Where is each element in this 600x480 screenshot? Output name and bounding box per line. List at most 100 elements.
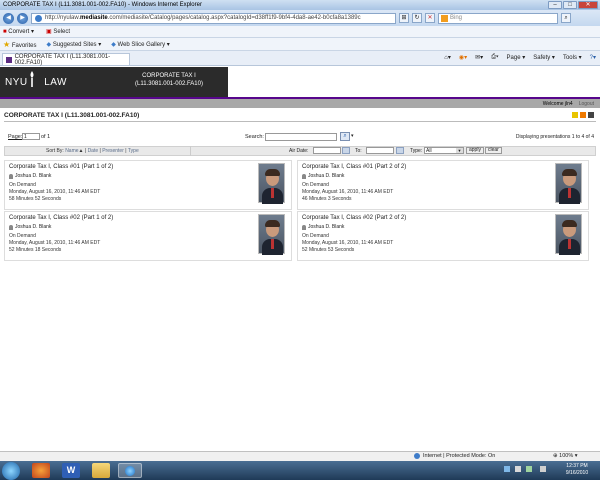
tools-menu[interactable]: Tools ▾ bbox=[563, 54, 582, 61]
page-input[interactable]: 1 bbox=[22, 133, 40, 140]
volume-icon[interactable] bbox=[540, 466, 546, 472]
sort-date-link[interactable]: Date bbox=[88, 148, 99, 154]
presenter-thumbnail[interactable] bbox=[555, 163, 582, 204]
mail-icon[interactable]: ✉▾ bbox=[475, 54, 483, 61]
presentation-title[interactable]: Corporate Tax I, Class #01 (Part 1 of 2) bbox=[9, 164, 113, 170]
zoom-icon: ⊕ bbox=[553, 453, 558, 459]
presentation-duration: 52 Minutes 18 Seconds bbox=[9, 247, 62, 253]
sort-divider bbox=[190, 146, 191, 156]
maximize-button[interactable]: □ bbox=[563, 1, 577, 9]
favorites-button[interactable]: ★ Favorites bbox=[3, 40, 37, 49]
sort-label: Sort By: bbox=[46, 148, 64, 154]
safety-menu-label: Safety bbox=[533, 55, 551, 61]
compatibility-icon[interactable]: ⊞ bbox=[399, 13, 409, 23]
presenter-thumbnail[interactable] bbox=[258, 214, 285, 255]
search-box[interactable]: Bing bbox=[438, 12, 558, 24]
magnifier-icon: ⌕ bbox=[343, 133, 347, 139]
url-domain: mediasite bbox=[80, 15, 108, 21]
web-slice-icon: ◆ bbox=[111, 41, 116, 48]
convert-label: Convert bbox=[8, 29, 30, 35]
to-label: To: bbox=[355, 148, 362, 154]
convert-button[interactable]: ■ Convert ▾ bbox=[3, 28, 34, 35]
network-icon[interactable] bbox=[504, 466, 510, 472]
stop-icon[interactable]: ✕ bbox=[425, 13, 435, 23]
print-icon[interactable]: ⎙▾ bbox=[491, 54, 498, 61]
feed-icons bbox=[572, 112, 594, 118]
presentation-date: Monday, August 16, 2010, 11:46 AM EDT bbox=[9, 189, 101, 195]
presentation-mode: On Demand bbox=[9, 233, 36, 239]
presentation-card[interactable]: Corporate Tax I, Class #01 (Part 1 of 2)… bbox=[4, 160, 292, 210]
tray-icon[interactable] bbox=[515, 466, 521, 472]
address-bar[interactable]: http://nyulaw. mediasite .com/mediasite/Ca… bbox=[31, 12, 396, 24]
presentation-card[interactable]: Corporate Tax I, Class #02 (Part 2 of 2)… bbox=[297, 211, 589, 261]
nyu-favicon-icon bbox=[6, 56, 12, 63]
ie-command-tools: ⌂▾ ◉▾ ✉▾ ⎙▾ Page ▾ Safety ▾ Tools ▾ ?▾ bbox=[444, 54, 596, 61]
forward-button[interactable]: ▶ bbox=[17, 12, 28, 24]
start-orb-icon[interactable] bbox=[2, 462, 20, 480]
user-bar: Welcome jln4 Logout bbox=[0, 99, 600, 108]
air-date-from-input[interactable] bbox=[313, 147, 341, 154]
presentation-card[interactable]: Corporate Tax I, Class #02 (Part 1 of 2)… bbox=[4, 211, 292, 261]
status-bar bbox=[0, 451, 600, 461]
safety-menu[interactable]: Safety ▾ bbox=[533, 54, 555, 61]
type-select[interactable]: All ▼ bbox=[424, 147, 464, 154]
podcast-icon[interactable] bbox=[588, 112, 594, 118]
logo-left-text: NYU bbox=[5, 77, 28, 88]
web-slice-gallery-link[interactable]: ◆ Web Slice Gallery ▾ bbox=[111, 41, 170, 48]
home-icon[interactable]: ⌂▾ bbox=[444, 54, 451, 61]
site-icon bbox=[35, 14, 42, 22]
sort-name-link[interactable]: Name bbox=[65, 148, 78, 154]
windows-taskbar bbox=[0, 461, 600, 480]
apply-button[interactable]: apply bbox=[466, 147, 484, 154]
internet-explorer-icon[interactable] bbox=[118, 463, 142, 478]
back-button[interactable]: ◀ bbox=[3, 12, 14, 24]
search-label: Search: bbox=[245, 134, 264, 140]
presentation-title[interactable]: Corporate Tax I, Class #01 (Part 2 of 2) bbox=[302, 164, 406, 170]
feeds-icon[interactable]: ◉▾ bbox=[459, 54, 467, 61]
person-icon bbox=[9, 224, 13, 230]
air-date-to-input[interactable] bbox=[366, 147, 394, 154]
suggested-sites-link[interactable]: ◆ Suggested Sites ▾ bbox=[47, 41, 102, 48]
tools-menu-label: Tools bbox=[562, 55, 577, 61]
globe-icon bbox=[414, 453, 420, 459]
search-options-dropdown[interactable]: ▾ bbox=[351, 133, 354, 139]
presentation-card[interactable]: Corporate Tax I, Class #01 (Part 2 of 2)… bbox=[297, 160, 589, 210]
search-input[interactable] bbox=[265, 133, 337, 141]
sort-type-link[interactable]: Type bbox=[128, 148, 139, 154]
calendar-icon[interactable] bbox=[396, 147, 404, 154]
minimize-button[interactable]: – bbox=[548, 1, 562, 9]
word-icon[interactable]: W bbox=[62, 463, 80, 478]
presentation-title[interactable]: Corporate Tax I, Class #02 (Part 1 of 2) bbox=[9, 215, 113, 221]
calendar-icon[interactable] bbox=[342, 147, 350, 154]
rss-icon[interactable] bbox=[580, 112, 586, 118]
sort-presenter-link[interactable]: Presenter bbox=[102, 148, 124, 154]
close-button[interactable]: ✕ bbox=[578, 1, 598, 9]
tray-icon[interactable] bbox=[526, 466, 532, 472]
explorer-folder-icon[interactable] bbox=[92, 463, 110, 478]
tab-corporate-tax[interactable]: CORPORATE TAX I (L11.3081.001-002.FA10) bbox=[2, 53, 130, 66]
system-clock[interactable]: 12:37 PM 9/16/2010 bbox=[556, 463, 598, 477]
select-button[interactable]: ▣ Select bbox=[46, 28, 70, 35]
zoom-control[interactable]: ⊕ 100% ▾ bbox=[553, 453, 578, 459]
presentation-title[interactable]: Corporate Tax I, Class #02 (Part 2 of 2) bbox=[302, 215, 406, 221]
tab-label: CORPORATE TAX I (L11.3081.001-002.FA10) bbox=[14, 53, 111, 66]
email-icon[interactable] bbox=[572, 112, 578, 118]
nyu-law-logo: NYU LAW bbox=[5, 77, 67, 88]
help-icon[interactable]: ?▾ bbox=[590, 54, 596, 61]
presenter-thumbnail[interactable] bbox=[555, 214, 582, 255]
security-zone[interactable]: Internet | Protected Mode: On bbox=[414, 453, 495, 459]
search-button[interactable]: ⌕ bbox=[340, 132, 350, 141]
header-course-title: CORPORATE TAX I (L11.3081.001-002.FA10) bbox=[110, 72, 228, 88]
page-menu[interactable]: Page ▾ bbox=[507, 54, 526, 61]
clear-button[interactable]: clear bbox=[485, 147, 502, 154]
page-menu-label: Page bbox=[506, 55, 521, 61]
search-icon[interactable]: ⌕ bbox=[561, 13, 571, 23]
torch-icon bbox=[30, 71, 34, 87]
presenter-thumbnail[interactable] bbox=[258, 163, 285, 204]
logout-link[interactable]: Logout bbox=[579, 101, 594, 107]
person-icon bbox=[302, 173, 306, 179]
firefox-icon[interactable] bbox=[32, 463, 50, 478]
refresh-icon[interactable]: ↻ bbox=[412, 13, 422, 23]
favorites-bar: ★ Favorites ◆ Suggested Sites ▾ ◆ Web Sl… bbox=[0, 38, 600, 51]
type-label: Type: bbox=[410, 148, 423, 154]
